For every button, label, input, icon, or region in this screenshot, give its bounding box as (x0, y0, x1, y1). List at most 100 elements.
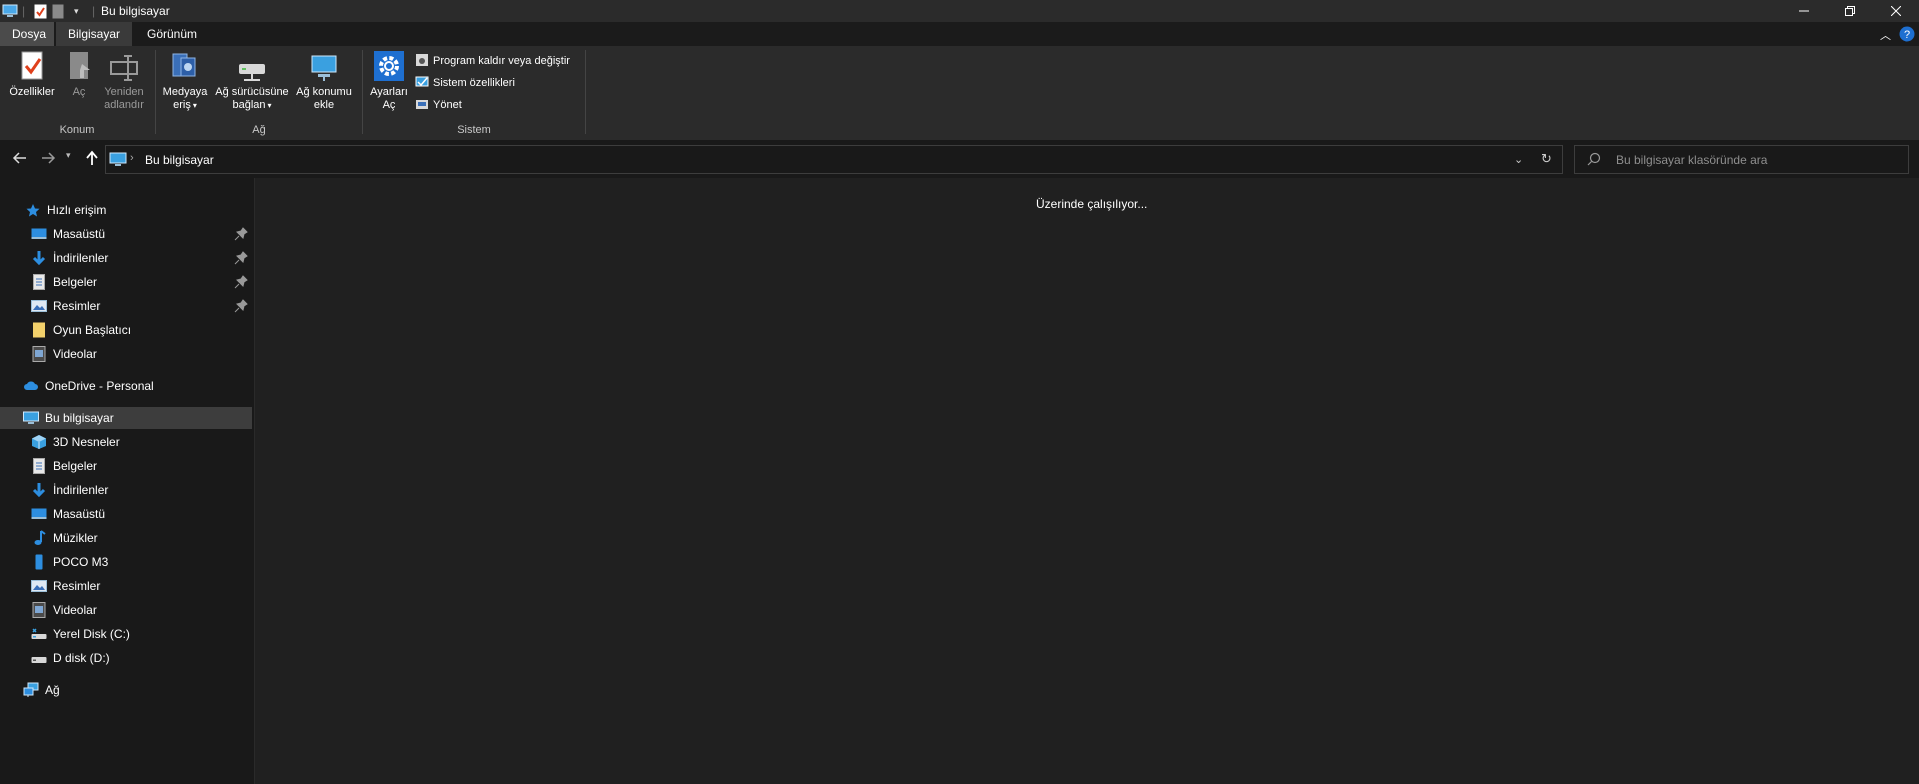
forward-arrow-icon[interactable] (40, 150, 56, 169)
nav-label: OneDrive - Personal (45, 379, 154, 393)
nav-label: Oyun Başlatıcı (53, 323, 132, 337)
nav-item-downloads[interactable]: İndirilenler (0, 479, 252, 501)
nav-item-local-disk-c[interactable]: Yerel Disk (C:) (0, 623, 252, 645)
nav-item-desktop[interactable]: Masaüstü (0, 223, 252, 245)
computer-icon (2, 3, 18, 19)
nav-onedrive[interactable]: OneDrive - Personal (0, 375, 252, 397)
nav-item-music[interactable]: Müzikler (0, 527, 252, 549)
nav-item-videos[interactable]: Videolar (0, 343, 252, 365)
nav-label: Videolar (53, 603, 97, 617)
nav-item-desktop[interactable]: Masaüstü (0, 503, 252, 525)
minimize-button[interactable] (1781, 0, 1827, 22)
nav-item-documents[interactable]: Belgeler (0, 455, 252, 477)
add-network-location-button[interactable]: Ağ konumu ekle (292, 50, 356, 112)
rename-button[interactable]: Yeniden adlandır (100, 50, 148, 112)
properties-button[interactable]: Özellikler (6, 50, 58, 99)
back-arrow-icon[interactable] (12, 150, 28, 169)
add-network-location-icon (308, 50, 340, 82)
nav-label: İndirilenler (53, 483, 109, 497)
ribbon: Özellikler Aç Yeniden adlandır Konum Med… (0, 46, 1919, 141)
properties-icon (16, 50, 48, 82)
nav-item-downloads[interactable]: İndirilenler (0, 247, 252, 269)
manage-button[interactable]: Yönet (415, 96, 462, 114)
address-history-chevron-icon[interactable]: ⌄ (1514, 153, 1523, 166)
open-settings-button[interactable]: Ayarları Aç (366, 50, 412, 112)
pin-icon[interactable] (234, 251, 248, 265)
map-network-drive-button[interactable]: Ağ sürücüsüne bağlan ▾ (212, 50, 292, 112)
chevron-down-icon: ▾ (267, 101, 272, 110)
address-bar[interactable]: › Bu bilgisayar ⌄ ↻ (105, 145, 1563, 174)
ribbon-tab-bar: Dosya Bilgisayar Görünüm ︿ ? (0, 22, 1919, 46)
breadcrumb-separator-icon[interactable]: › (130, 152, 134, 164)
nav-network[interactable]: Ağ (0, 679, 252, 701)
svg-text:?: ? (1904, 29, 1910, 41)
nav-item-phone[interactable]: POCO M3 (0, 551, 252, 573)
tab-computer[interactable]: Bilgisayar (56, 22, 133, 46)
desktop-icon (31, 226, 47, 242)
tab-file[interactable]: Dosya (0, 22, 54, 46)
restore-button[interactable] (1827, 0, 1873, 22)
new-folder-qat-icon[interactable] (52, 3, 64, 19)
open-button[interactable]: Aç (64, 50, 94, 99)
nav-item-documents[interactable]: Belgeler (0, 271, 252, 293)
nav-label: Yerel Disk (C:) (53, 627, 130, 641)
chevron-down-icon: ▾ (192, 101, 197, 110)
map-network-drive-label-1: Ağ sürücüsüne (215, 86, 289, 98)
nav-item-pictures[interactable]: Resimler (0, 575, 252, 597)
ribbon-separator (362, 50, 363, 134)
nav-label: Resimler (53, 579, 101, 593)
rename-label-1: Yeniden (104, 86, 144, 98)
nav-item-game-launcher[interactable]: Oyun Başlatıcı (0, 319, 252, 341)
star-icon (25, 202, 41, 218)
navigation-pane: Hızlı erişim Masaüstü İndirilenler Belge… (0, 178, 255, 784)
address-row: ▾ › Bu bilgisayar ⌄ ↻ Bu bilgisayar klas… (0, 140, 1919, 178)
group-label-location: Konum (59, 124, 95, 136)
collapse-ribbon-icon[interactable]: ︿ (1880, 27, 1891, 43)
system-properties-button[interactable]: Sistem özellikleri (415, 74, 515, 92)
uninstall-program-button[interactable]: Program kaldır veya değiştir (415, 52, 570, 70)
content-pane[interactable] (255, 178, 1919, 784)
window-title: Bu bilgisayar (101, 4, 170, 18)
close-button[interactable] (1873, 0, 1919, 22)
cloud-icon (23, 378, 39, 394)
settings-icon (373, 50, 405, 82)
nav-label: Masaüstü (53, 507, 106, 521)
group-label-system: Sistem (457, 124, 491, 136)
properties-qat-icon[interactable] (34, 3, 47, 19)
media-access-button[interactable]: Medyaya eriş ▾ (160, 50, 210, 112)
nav-item-videos[interactable]: Videolar (0, 599, 252, 621)
document-icon (31, 274, 47, 290)
pin-icon[interactable] (234, 299, 248, 313)
qat-dropdown-icon[interactable]: ▾ (74, 3, 79, 19)
pin-icon[interactable] (234, 275, 248, 289)
uninstall-icon (415, 53, 429, 70)
ribbon-separator (585, 50, 586, 134)
qat-separator: | (22, 4, 26, 18)
add-network-location-label-1: Ağ konumu (296, 86, 352, 98)
pin-icon[interactable] (234, 227, 248, 241)
status-message: Üzerinde çalışılıyor... (1036, 197, 1148, 211)
recent-locations-chevron-icon[interactable]: ▾ (66, 150, 71, 161)
refresh-icon[interactable]: ↻ (1541, 151, 1552, 167)
document-icon (31, 458, 47, 474)
music-note-icon (31, 530, 47, 546)
add-network-location-label-2: ekle (313, 99, 335, 111)
nav-item-3d-objects[interactable]: 3D Nesneler (0, 431, 252, 453)
map-network-drive-label-2: bağlan (232, 99, 266, 111)
desktop-icon (31, 506, 47, 522)
up-arrow-icon[interactable] (84, 150, 100, 169)
nav-item-pictures[interactable]: Resimler (0, 295, 252, 317)
nav-label: Belgeler (53, 459, 98, 473)
videos-icon (31, 346, 47, 362)
search-input[interactable]: Bu bilgisayar klasöründe ara (1574, 145, 1909, 174)
nav-quick-access[interactable]: Hızlı erişim (0, 199, 252, 221)
system-properties-label: Sistem özellikleri (433, 77, 515, 89)
rename-icon (108, 50, 140, 82)
nav-this-pc[interactable]: Bu bilgisayar (0, 407, 252, 429)
help-icon[interactable]: ? (1899, 26, 1915, 45)
breadcrumb-current[interactable]: Bu bilgisayar (145, 153, 214, 167)
download-arrow-icon (31, 250, 47, 266)
nav-item-disk-d[interactable]: D disk (D:) (0, 647, 252, 669)
tab-view[interactable]: Görünüm (135, 22, 209, 46)
search-icon (1587, 152, 1601, 169)
